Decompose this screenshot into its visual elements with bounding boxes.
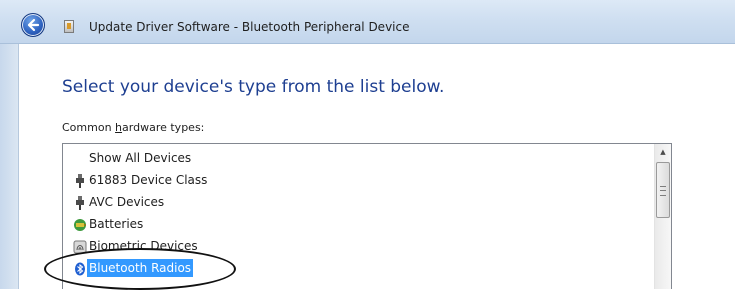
plug-icon — [73, 195, 87, 210]
label-suffix: ardware types: — [122, 121, 205, 134]
list-item-label: Biometric Devices — [89, 239, 198, 253]
scroll-thumb[interactable] — [656, 162, 670, 218]
list-scrollbar[interactable]: ▲ — [654, 144, 671, 289]
fingerprint-icon — [73, 239, 87, 254]
bluetooth-icon — [73, 261, 87, 276]
battery-icon — [73, 217, 87, 231]
title-bar: Update Driver Software - Bluetooth Perip… — [0, 0, 735, 44]
grip-icon — [660, 186, 666, 196]
driver-icon — [64, 20, 74, 33]
page-heading: Select your device's type from the list … — [62, 77, 445, 97]
list-item-label: 61883 Device Class — [89, 173, 208, 187]
hardware-types-list[interactable]: Show All Devices 61883 Device Class AVC … — [62, 143, 672, 289]
window-title: Update Driver Software - Bluetooth Perip… — [89, 20, 410, 34]
list-item-label: AVC Devices — [89, 195, 165, 209]
list-item-label: Batteries — [89, 217, 144, 231]
plug-icon — [73, 173, 87, 188]
scroll-up-arrow-icon[interactable]: ▲ — [655, 144, 671, 161]
label-prefix: Common — [62, 121, 116, 134]
list-item-label: Bluetooth Radios — [87, 259, 194, 277]
hardware-types-label: Common hardware types: — [62, 121, 204, 134]
back-arrow-icon — [27, 18, 40, 32]
label-accesskey: h — [115, 121, 123, 134]
back-button[interactable] — [21, 13, 45, 37]
list-item-label: Show All Devices — [89, 151, 192, 165]
window-frame-left — [0, 44, 19, 289]
